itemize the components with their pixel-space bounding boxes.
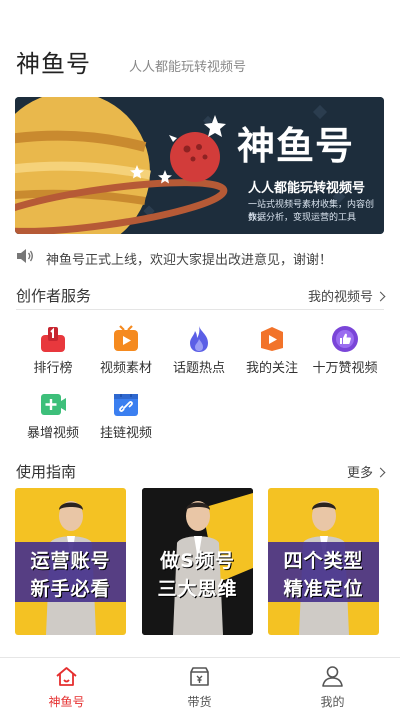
more-link[interactable]: 更多 bbox=[346, 462, 386, 481]
guide-header: 使用指南 更多 bbox=[16, 461, 386, 485]
creator-services-title: 创作者服务 bbox=[16, 287, 92, 305]
flame-icon bbox=[190, 326, 208, 352]
card-caption-line1: 四个类型 bbox=[283, 550, 364, 572]
service-label: 排行榜 bbox=[33, 361, 73, 376]
user-icon bbox=[322, 666, 343, 687]
tab-home[interactable]: 神鱼号 bbox=[0, 658, 133, 711]
tab-label: 神鱼号 bbox=[48, 695, 85, 709]
my-channel-link[interactable]: 我的视频号 bbox=[307, 286, 386, 305]
video-material-icon bbox=[114, 325, 138, 351]
service-label: 十万赞视频 bbox=[312, 361, 378, 376]
card-caption-line1: 做S频号 bbox=[160, 550, 235, 572]
link-icon bbox=[114, 394, 138, 416]
home-icon bbox=[56, 667, 77, 686]
more-link-label: 更多 bbox=[346, 466, 373, 481]
tab-label: 我的 bbox=[320, 695, 345, 709]
speaker-icon bbox=[17, 249, 33, 263]
thumbs-up-icon bbox=[332, 326, 358, 352]
add-video-icon bbox=[41, 394, 66, 415]
play-follow-icon bbox=[261, 327, 283, 351]
chevron-right-icon bbox=[375, 467, 386, 478]
guide-card[interactable]: 做S频号 三大思维 bbox=[142, 488, 253, 635]
notice-bar[interactable]: 神鱼号正式上线，欢迎大家提出改进意见，谢谢！ bbox=[16, 247, 384, 268]
app-slogan: 人人都能玩转视频号 bbox=[129, 60, 247, 75]
creator-services-header: 创作者服务 我的视频号 bbox=[16, 285, 386, 309]
banner-title: 神鱼号 bbox=[237, 124, 355, 168]
guide-card[interactable]: 运营账号 新手必看 bbox=[15, 488, 126, 635]
service-label: 暴增视频 bbox=[26, 426, 79, 441]
notice-text: 神鱼号正式上线，欢迎大家提出改进意见，谢谢！ bbox=[46, 253, 333, 268]
my-channel-link-label: 我的视频号 bbox=[307, 290, 373, 305]
service-100k-likes[interactable]: 十万赞视频 bbox=[307, 325, 383, 383]
banner-description-line2: 数据分析，变现运营的工具 bbox=[248, 213, 357, 223]
card-caption-line2: 三大思维 bbox=[157, 578, 238, 600]
service-topic-hotspot[interactable]: 话题热点 bbox=[161, 325, 237, 383]
tab-mine[interactable]: 我的 bbox=[266, 658, 399, 711]
tab-label: 带货 bbox=[187, 695, 212, 709]
service-label: 视频素材 bbox=[99, 361, 152, 376]
guide-title: 使用指南 bbox=[16, 463, 77, 481]
promo-banner[interactable]: 神鱼号 人人都能玩转视频号 一站式视频号素材收集，内容创作， 数据分析，变现运营… bbox=[15, 97, 384, 234]
card-caption-line2: 精准定位 bbox=[283, 578, 364, 600]
service-video-material[interactable]: 视频素材 bbox=[88, 325, 164, 383]
service-label: 我的关注 bbox=[245, 361, 298, 376]
app-header: 神鱼号 人人都能玩转视频号 bbox=[16, 44, 384, 80]
service-ranking[interactable]: 排行榜 bbox=[15, 325, 91, 383]
service-my-follow[interactable]: 我的关注 bbox=[234, 325, 310, 383]
service-link-video[interactable]: 挂链视频 bbox=[88, 390, 164, 448]
card-caption-line1: 运营账号 bbox=[30, 550, 111, 572]
ranking-icon bbox=[41, 327, 65, 352]
card-caption-line2: 新手必看 bbox=[30, 578, 111, 600]
service-surge-video[interactable]: 暴增视频 bbox=[15, 390, 91, 448]
tab-shop[interactable]: 带货 bbox=[133, 658, 266, 711]
bottom-tab-bar: 神鱼号 带货 我的 bbox=[0, 657, 400, 711]
banner-subtitle: 人人都能玩转视频号 bbox=[248, 181, 366, 196]
section-divider bbox=[16, 309, 384, 310]
shop-icon bbox=[190, 667, 209, 686]
guide-card[interactable]: 四个类型 精准定位 bbox=[268, 488, 379, 635]
app-title: 神鱼号 bbox=[16, 50, 91, 78]
chevron-right-icon bbox=[375, 291, 386, 302]
service-label: 话题热点 bbox=[172, 361, 225, 376]
service-label: 挂链视频 bbox=[99, 426, 152, 441]
